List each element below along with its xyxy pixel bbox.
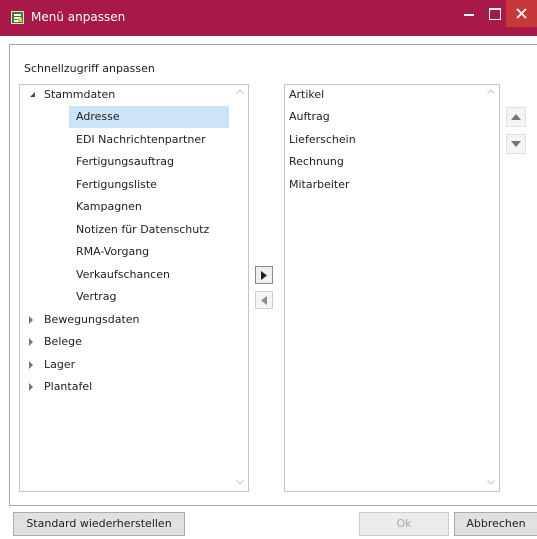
tree-node-label: Stammdaten — [44, 88, 116, 101]
tree-node-lager[interactable]: Lager — [20, 354, 234, 376]
tree-node-belege[interactable]: Belege — [20, 331, 234, 353]
expanded-arrow-icon[interactable] — [29, 84, 39, 106]
cancel-button[interactable]: Abbrechen — [454, 512, 537, 536]
move-down-button[interactable] — [506, 134, 526, 154]
app-icon — [11, 11, 24, 24]
chevron-down-icon — [487, 480, 495, 485]
close-button[interactable] — [506, 0, 537, 27]
chevron-down-icon — [236, 480, 244, 485]
list-item[interactable]: Auftrag — [289, 106, 330, 128]
remove-from-quick-access-button[interactable] — [255, 291, 273, 309]
collapsed-arrow-icon[interactable] — [26, 354, 36, 376]
collapsed-arrow-icon[interactable] — [26, 309, 36, 331]
title-bar: Menü anpassen — [0, 0, 537, 36]
move-up-button[interactable] — [506, 107, 526, 127]
tree-scrollbar[interactable] — [233, 85, 248, 491]
tree-item[interactable]: Notizen für Datenschutz — [20, 219, 234, 241]
scroll-up-button[interactable] — [233, 85, 248, 100]
chevron-up-icon — [487, 89, 495, 94]
arrow-right-icon — [261, 271, 267, 280]
tree-item[interactable]: Vertrag — [20, 286, 234, 308]
list-item[interactable]: Rechnung — [289, 151, 344, 173]
tree-item[interactable]: Kampagnen — [20, 196, 234, 218]
tree-node-stammdaten[interactable]: Stammdaten — [20, 84, 234, 106]
tree-item[interactable]: EDI Nachrichtenpartner — [20, 129, 234, 151]
list-scrollbar[interactable] — [484, 85, 499, 491]
arrow-left-icon — [261, 296, 267, 305]
scroll-up-button[interactable] — [484, 85, 499, 100]
triangle-down-icon — [511, 141, 521, 147]
collapsed-arrow-icon[interactable] — [26, 331, 36, 353]
chevron-up-icon — [236, 89, 244, 94]
scroll-down-button[interactable] — [233, 476, 248, 491]
window-title: Menü anpassen — [31, 10, 126, 24]
add-to-quick-access-button[interactable] — [255, 266, 273, 284]
quick-access-list[interactable]: Artikel Auftrag Lieferschein Rechnung Mi… — [284, 84, 500, 492]
available-items-tree[interactable]: Stammdaten Adresse EDI Nachrichtenpartne… — [19, 84, 249, 492]
group-label: Schnellzugriff anpassen — [24, 62, 155, 75]
tree-node-plantafel[interactable]: Plantafel — [20, 376, 234, 398]
list-item[interactable]: Artikel — [289, 84, 324, 106]
ok-button[interactable]: Ok — [359, 512, 449, 536]
list-item[interactable]: Lieferschein — [289, 129, 356, 151]
restore-defaults-button[interactable]: Standard wiederherstellen — [13, 512, 185, 536]
close-icon — [516, 8, 527, 19]
triangle-up-icon — [511, 114, 521, 120]
tree-item[interactable]: Fertigungsauftrag — [20, 151, 234, 173]
tree-item[interactable]: Verkaufschancen — [20, 264, 234, 286]
tree-item[interactable]: Fertigungsliste — [20, 174, 234, 196]
tree-item[interactable]: RMA-Vorgang — [20, 241, 234, 263]
list-item[interactable]: Mitarbeiter — [289, 174, 350, 196]
tree-item[interactable]: Adresse — [20, 106, 234, 128]
scroll-down-button[interactable] — [484, 476, 499, 491]
collapsed-arrow-icon[interactable] — [26, 376, 36, 398]
tree-node-bewegungsdaten[interactable]: Bewegungsdaten — [20, 309, 234, 331]
